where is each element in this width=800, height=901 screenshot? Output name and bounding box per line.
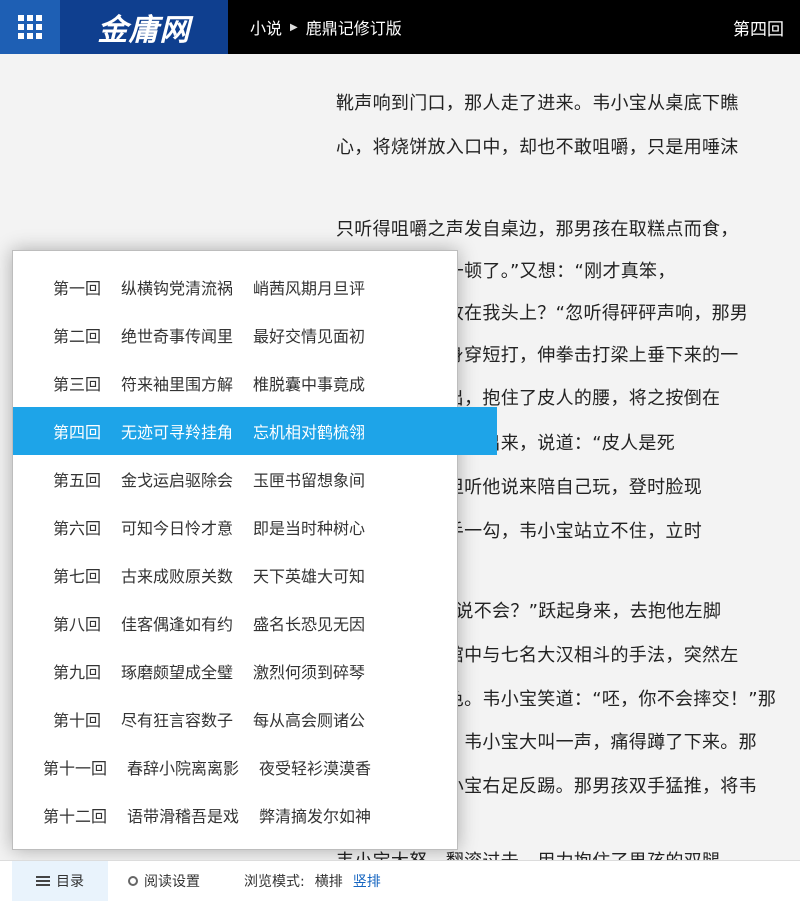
chapter-number: 第八回	[53, 615, 102, 634]
chapter-title-second: 每从高会厕诸公	[253, 711, 366, 730]
site-logo[interactable]: 金庸网	[60, 0, 228, 54]
chapter-title-first: 可知今日怜才意	[121, 519, 234, 538]
chapter-number: 第一回	[53, 279, 102, 298]
chapter-title-second: 忘机相对鹤梳翎	[253, 423, 366, 442]
chapter-title-second: 峭茜风期月旦评	[253, 279, 366, 298]
toc-button-label: 目录	[56, 874, 84, 890]
view-mode-label: 浏览模式:	[244, 874, 305, 890]
view-mode-switch: 浏览模式: 横排 竖排	[244, 861, 381, 901]
current-chapter-title: 第四回	[733, 19, 784, 40]
breadcrumb: 小说 ▶ 鹿鼎记修订版	[250, 0, 402, 54]
chapter-title-second: 盛名长恐见无因	[253, 615, 366, 634]
text-line: 只听得咀嚼之声发自桌边，那男孩在取糕点而食，	[336, 219, 739, 240]
chapter-title-second: 最好交情见面初	[253, 327, 366, 346]
chapter-number: 第七回	[53, 567, 102, 586]
chapter-title-first: 春辞小院离离影	[127, 759, 240, 778]
chapter-number: 第三回	[53, 375, 102, 394]
chapter-title-first: 语带滑稽吾是戏	[127, 807, 240, 826]
bottom-toolbar: 目录 阅读设置 浏览模式: 横排 竖排	[0, 860, 800, 901]
gear-icon	[128, 876, 138, 886]
toc-item-11[interactable]: 第十一回 春辞小院离离影 夜受轻衫漠漠香	[13, 743, 487, 791]
chapter-title-first: 绝世奇事传闻里	[121, 327, 234, 346]
chapter-list-popup: 第一回 纵横钩党清流祸 峭茜风期月旦评 第二回 绝世奇事传闻里 最好交情见面初 第三回符…	[12, 250, 497, 850]
triangle-right-icon: ▶	[290, 21, 298, 33]
list-icon	[36, 875, 50, 887]
chapter-title-first: 符来袖里围方解	[121, 375, 234, 394]
chapter-number: 第五回	[53, 471, 102, 490]
chapter-number: 第十回	[53, 711, 102, 730]
toc-item-3[interactable]: 第三回 符来袖里围方解 椎脱囊中事竟成	[13, 359, 497, 407]
toc-item-12[interactable]: 第十二回 语带滑稽吾是戏 弊清摘发尔如神	[13, 791, 487, 839]
chapter-title-first: 琢磨颇望成全璧	[121, 663, 234, 682]
chapter-title-first: 古来成败原关数	[121, 567, 234, 586]
chapter-number: 第二回	[53, 327, 102, 346]
view-mode-horizontal[interactable]: 横排	[315, 871, 343, 891]
chapter-number: 第十一回	[43, 759, 108, 778]
text-line: 靴声响到门口，那人走了进来。韦小宝从桌底下瞧	[336, 93, 739, 114]
toc-item-1[interactable]: 第一回 纵横钩党清流祸 峭茜风期月旦评	[13, 263, 497, 311]
chapter-title-second: 玉匣书留想象间	[253, 471, 366, 490]
chapter-title-second: 夜受轻衫漠漠香	[259, 759, 372, 778]
chapter-number: 第十二回	[43, 807, 108, 826]
chapter-title-first: 无迹可寻羚挂角	[121, 423, 234, 442]
toc-item-7[interactable]: 第七回 古来成败原关数 天下英雄大可知	[13, 551, 497, 599]
grid-icon	[18, 15, 42, 39]
chapter-title-first: 纵横钩党清流祸	[121, 279, 234, 298]
top-bar: 金庸网 小说 ▶ 鹿鼎记修订版 第四回	[0, 0, 800, 54]
toc-item-8[interactable]: 第八回 佳客偶逢如有约 盛名长恐见无因	[13, 599, 497, 647]
chapter-title-first: 金戈运启驱除会	[121, 471, 234, 490]
view-mode-vertical[interactable]: 竖排	[353, 871, 381, 891]
toc-item-4-active[interactable]: 第四回 无迹可寻羚挂角 忘机相对鹤梳翎	[13, 407, 497, 455]
chapter-title-second: 椎脱囊中事竟成	[253, 375, 366, 394]
toc-item-6[interactable]: 第六回 可知今日怜才意 即是当时种树心	[13, 503, 497, 551]
toc-item-9[interactable]: 第九回 琢磨颇望成全璧 激烈何须到碎琴	[13, 647, 497, 695]
breadcrumb-item-book[interactable]: 鹿鼎记修订版	[306, 15, 402, 39]
menu-grid-button[interactable]	[0, 0, 60, 54]
chapter-title-second: 激烈何须到碎琴	[253, 663, 366, 682]
text-line: 心，将烧饼放入口中，却也不敢咀嚼，只是用唾沫	[336, 137, 739, 158]
toc-item-2[interactable]: 第二回 绝世奇事传闻里 最好交情见面初	[13, 311, 497, 359]
chapter-title-second: 弊清摘发尔如神	[259, 807, 372, 826]
toc-item-5[interactable]: 第五回 金戈运启驱除会 玉匣书留想象间	[13, 455, 497, 503]
reading-settings-button[interactable]: 阅读设置	[128, 861, 200, 901]
chapter-title-second: 即是当时种树心	[253, 519, 366, 538]
toc-item-10[interactable]: 第十回 尽有狂言容数子 每从高会厕诸公	[13, 695, 497, 743]
reading-settings-label: 阅读设置	[144, 874, 200, 890]
chapter-number: 第九回	[53, 663, 102, 682]
breadcrumb-item-novel[interactable]: 小说	[250, 15, 282, 39]
chapter-number: 第六回	[53, 519, 102, 538]
chapter-number: 第四回	[53, 423, 102, 442]
chapter-title-second: 天下英雄大可知	[253, 567, 366, 586]
chapter-title-first: 佳客偶逢如有约	[121, 615, 234, 634]
chapter-title-first: 尽有狂言容数子	[121, 711, 234, 730]
toc-button[interactable]: 目录	[12, 861, 108, 901]
